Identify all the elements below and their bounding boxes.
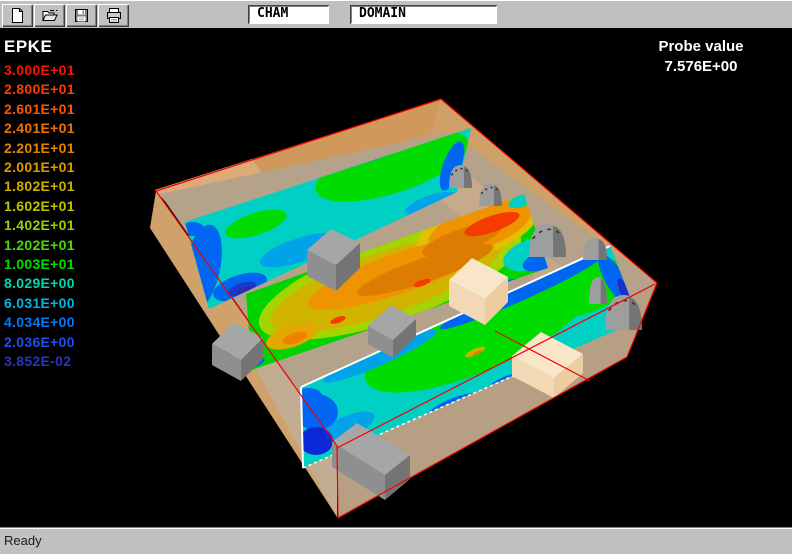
status-bar: Ready [0, 527, 792, 554]
3d-viewport: EPKE 3.000E+01 2.800E+01 2.601E+01 2.401… [0, 28, 792, 527]
new-file-button[interactable] [2, 4, 33, 27]
legend-entry: 6.031E+00 [4, 294, 75, 313]
toolbar: CHAM DOMAIN [0, 0, 792, 28]
legend-entry: 1.602E+01 [4, 197, 75, 216]
open-file-button[interactable] [34, 4, 65, 27]
legend-entry: 2.036E+00 [4, 333, 75, 352]
legend-entry: 1.802E+01 [4, 177, 75, 196]
status-text: Ready [4, 533, 42, 548]
probe-value: 7.576E+00 [648, 57, 754, 77]
print-button[interactable] [98, 4, 129, 27]
legend-entry: 1.402E+01 [4, 216, 75, 235]
new-page-icon [9, 7, 26, 24]
save-button[interactable] [66, 4, 97, 27]
probe-label: Probe value [648, 37, 754, 57]
toolbar-buttons [2, 4, 129, 27]
contour-legend: EPKE 3.000E+01 2.800E+01 2.601E+01 2.401… [4, 37, 75, 372]
legend-entry: 3.852E-02 [4, 352, 75, 371]
legend-entry: 1.202E+01 [4, 236, 75, 255]
legend-entry: 2.601E+01 [4, 100, 75, 119]
legend-entry: 2.800E+01 [4, 80, 75, 99]
printer-icon [105, 7, 123, 24]
probe-readout: Probe value 7.576E+00 [648, 37, 754, 77]
legend-entry: 2.001E+01 [4, 158, 75, 177]
save-floppy-icon [73, 7, 90, 24]
legend-entry: 8.029E+00 [4, 274, 75, 293]
legend-entry: 2.401E+01 [4, 119, 75, 138]
application-window: CHAM DOMAIN [0, 0, 792, 554]
cham-field[interactable]: CHAM [248, 5, 329, 24]
open-folder-icon [41, 7, 59, 24]
legend-entry: 4.034E+00 [4, 313, 75, 332]
domain-field[interactable]: DOMAIN [350, 5, 497, 24]
legend-entry: 3.000E+01 [4, 61, 75, 80]
legend-entry: 1.003E+01 [4, 255, 75, 274]
legend-entry: 2.201E+01 [4, 139, 75, 158]
3d-scene[interactable] [0, 28, 792, 527]
legend-title: EPKE [4, 37, 75, 57]
